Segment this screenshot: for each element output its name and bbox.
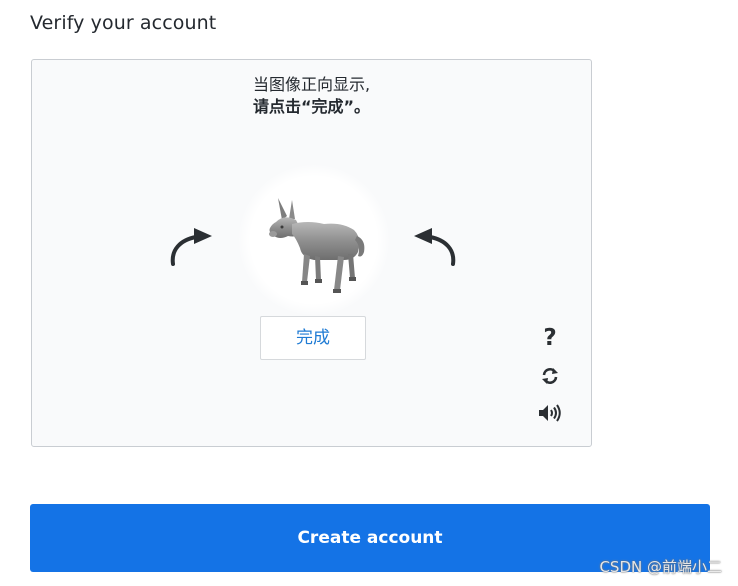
instruction-line-1: 当图像正向显示, — [252, 75, 371, 94]
captcha-instruction: 当图像正向显示, 请点击“完成”。 — [32, 74, 591, 118]
rotate-right-button[interactable] — [408, 220, 460, 272]
captcha-frame: 当图像正向显示, 请点击“完成”。 完成 ? — [31, 59, 592, 447]
question-mark-icon[interactable]: ? — [537, 325, 563, 351]
done-button[interactable]: 完成 — [260, 316, 366, 360]
rotate-left-button[interactable] — [166, 220, 218, 272]
captcha-donkey-image — [269, 198, 365, 293]
rotate-left-arrow-icon — [170, 228, 212, 266]
page-title: Verify your account — [30, 12, 217, 34]
rotate-right-arrow-icon — [414, 228, 456, 266]
instruction-line-2: 请点击“完成”。 — [252, 97, 371, 116]
speaker-icon[interactable] — [537, 400, 563, 426]
watermark: CSDN @前端小二 — [599, 558, 722, 576]
refresh-icon[interactable] — [537, 363, 563, 389]
